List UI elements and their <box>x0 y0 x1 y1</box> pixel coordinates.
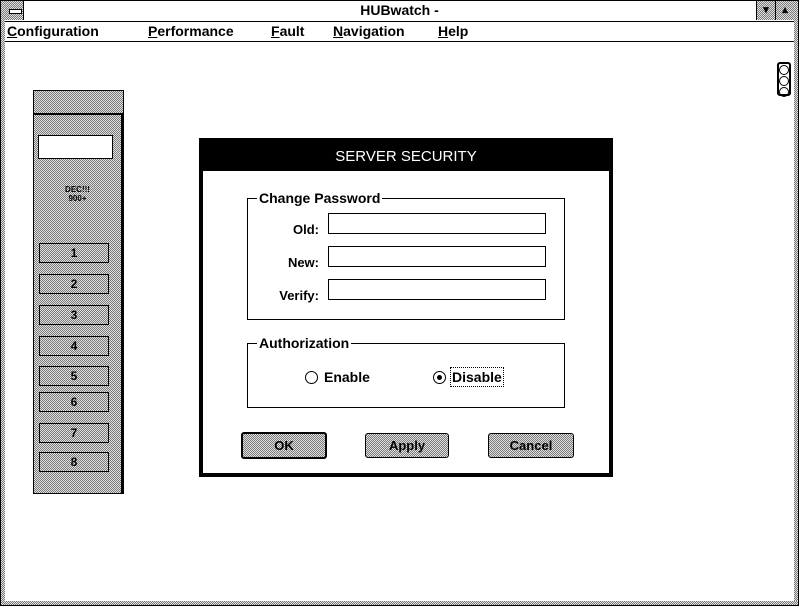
window-border-bottom[interactable] <box>1 601 798 605</box>
window-title: HUBwatch - <box>360 2 439 18</box>
authorization-label: Authorization <box>257 335 352 351</box>
port-button-1[interactable]: 1 <box>39 243 109 263</box>
port-button-2[interactable]: 2 <box>39 274 109 294</box>
port-button-8[interactable]: 8 <box>39 452 109 472</box>
hub-front-panel: DEC!!! 900+ 1 2 3 4 5 6 7 8 <box>33 90 124 494</box>
port-button-6[interactable]: 6 <box>39 392 109 412</box>
window-border-left[interactable] <box>1 1 5 605</box>
server-security-dialog: SERVER SECURITY Change Password Old: New… <box>199 138 613 477</box>
hub-top-bar[interactable] <box>33 90 124 114</box>
minimize-button[interactable]: ▾ <box>756 1 775 20</box>
enable-radio[interactable] <box>305 371 318 384</box>
port-button-4[interactable]: 4 <box>39 336 109 356</box>
menu-configuration[interactable]: Configuration <box>7 23 99 39</box>
change-password-label: Change Password <box>257 190 383 206</box>
menu-navigation[interactable]: Navigation <box>333 23 405 39</box>
authorization-group <box>247 343 565 408</box>
cancel-button[interactable]: Cancel <box>488 433 574 458</box>
old-password-label: Old: <box>293 222 319 237</box>
maximize-arrow-icon: ▴ <box>782 4 788 16</box>
new-password-label: New: <box>287 255 319 270</box>
title-bar[interactable]: HUBwatch - ▾ ▴ <box>5 1 794 22</box>
menu-fault[interactable]: Fault <box>271 23 304 39</box>
verify-password-input[interactable] <box>328 279 546 300</box>
window-border-right[interactable] <box>794 1 798 605</box>
port-button-3[interactable]: 3 <box>39 305 109 325</box>
disable-radio-label[interactable]: Disable <box>450 367 504 387</box>
old-password-input[interactable] <box>328 213 546 234</box>
hub-status-display <box>38 135 113 159</box>
new-password-input[interactable] <box>328 246 546 267</box>
maximize-button[interactable]: ▴ <box>775 1 794 20</box>
menu-performance[interactable]: Performance <box>148 23 234 39</box>
port-button-7[interactable]: 7 <box>39 423 109 443</box>
port-button-5[interactable]: 5 <box>39 366 109 386</box>
ok-button[interactable]: OK <box>241 432 327 459</box>
enable-radio-label[interactable]: Enable <box>324 369 370 385</box>
apply-button[interactable]: Apply <box>365 433 449 458</box>
dialog-title[interactable]: SERVER SECURITY <box>203 142 609 171</box>
dialog-body: SERVER SECURITY Change Password Old: New… <box>203 142 609 473</box>
menu-help[interactable]: Help <box>438 23 468 39</box>
menu-bar: Configuration Performance Fault Navigati… <box>5 22 794 42</box>
minimize-arrow-icon: ▾ <box>763 4 769 16</box>
verify-password-label: Verify: <box>279 288 319 303</box>
hub-model-label: DEC!!! 900+ <box>65 185 90 203</box>
hub-chassis[interactable]: DEC!!! 900+ 1 2 3 4 5 6 7 8 <box>33 114 124 494</box>
status-traffic-light-icon[interactable] <box>777 62 791 97</box>
disable-radio[interactable] <box>433 371 446 384</box>
